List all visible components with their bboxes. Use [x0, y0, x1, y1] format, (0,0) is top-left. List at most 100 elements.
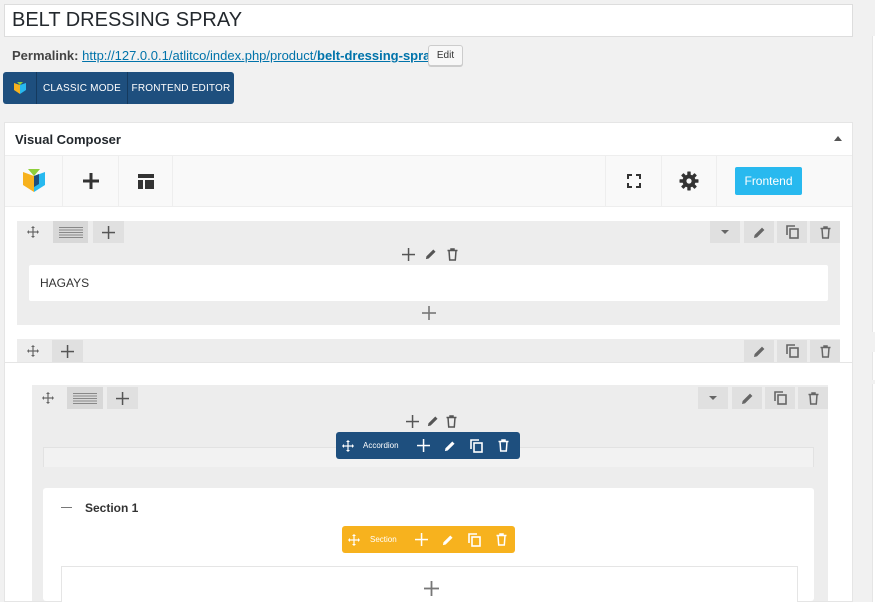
plus-icon [416, 439, 430, 452]
plus-icon[interactable] [406, 414, 419, 428]
row-delete-button[interactable] [810, 221, 840, 243]
trash-icon [820, 344, 830, 358]
permalink-label: Permalink: [12, 48, 79, 63]
visual-composer-header[interactable]: Visual Composer [5, 123, 852, 156]
row-edit-button[interactable] [732, 387, 762, 409]
gear-icon [679, 171, 699, 191]
row-move-handle[interactable] [32, 387, 64, 409]
copy-icon [470, 438, 483, 453]
composer-mode-bar: CLASSIC MODE FRONTEND EDITOR [3, 72, 234, 104]
frontend-button[interactable]: Frontend [735, 167, 802, 195]
visual-composer-logo-icon[interactable] [3, 72, 36, 104]
move-icon [348, 533, 360, 546]
permalink-line: Permalink: http://127.0.0.1/atlitco/inde… [12, 47, 441, 65]
trash-icon [820, 225, 830, 239]
collapse-section-icon[interactable] [61, 507, 72, 508]
move-icon [27, 345, 39, 357]
row-edit-button[interactable] [744, 221, 774, 243]
visual-composer-title: Visual Composer [15, 132, 121, 147]
layout-template-icon [137, 173, 154, 189]
visual-composer-logo-icon[interactable] [5, 156, 63, 206]
row-divider [5, 362, 852, 363]
copy-icon [468, 532, 481, 547]
fullscreen-icon [626, 174, 641, 188]
add-element-button[interactable] [63, 156, 119, 206]
row-toggle-button[interactable] [710, 221, 740, 243]
copy-icon [785, 344, 799, 358]
row-edit-button[interactable] [744, 340, 774, 362]
row-clone-button[interactable] [777, 340, 807, 362]
section-title[interactable]: Section 1 [85, 501, 138, 515]
move-icon [42, 392, 54, 404]
trash-icon[interactable] [447, 247, 458, 261]
plus-icon [414, 533, 428, 546]
post-title-input[interactable]: BELT DRESSING SPRAY [4, 4, 853, 37]
add-column-button[interactable] [107, 387, 138, 409]
frontend-editor-button[interactable]: FRONTEND EDITOR [127, 72, 234, 104]
pencil-icon[interactable] [425, 248, 437, 260]
trash-icon[interactable] [446, 414, 457, 428]
plus-icon [102, 225, 115, 239]
plus-icon[interactable] [402, 247, 415, 261]
row-clone-button[interactable] [777, 221, 807, 243]
pencil-icon[interactable] [427, 415, 439, 427]
add-column-button[interactable] [52, 340, 83, 362]
column-controls [406, 412, 457, 430]
section-delete-button[interactable] [488, 533, 515, 546]
row-delete-button[interactable] [798, 387, 828, 409]
column-layout-icon [58, 226, 83, 238]
row-move-handle[interactable] [17, 340, 49, 362]
section-add-button[interactable] [408, 533, 434, 546]
plus-icon [61, 344, 74, 358]
move-icon [27, 226, 39, 238]
section-controls: Section [342, 526, 515, 553]
fullscreen-button[interactable] [605, 156, 661, 206]
section-clone-button[interactable] [461, 532, 488, 547]
text-block-element[interactable]: HAGAYS [29, 265, 828, 301]
section-move-handle[interactable] [342, 533, 366, 546]
column-layout-icon [73, 392, 97, 404]
accordion-clone-button[interactable] [463, 438, 490, 453]
row-layout-button[interactable] [53, 221, 88, 243]
pencil-icon [442, 534, 453, 545]
post-editor: BELT DRESSING SPRAY Permalink: http://12… [0, 0, 853, 602]
add-column-button[interactable] [93, 221, 124, 243]
accordion-delete-button[interactable] [490, 439, 517, 452]
plus-icon [423, 580, 439, 596]
permalink-slug: belt-dressing-spray [317, 48, 438, 63]
accordion-edit-button[interactable] [436, 440, 463, 452]
plus-icon [422, 306, 436, 320]
row-move-handle[interactable] [17, 221, 49, 243]
inner-row: Accordion Section 1 Section [32, 385, 828, 602]
row-clone-button[interactable] [765, 387, 795, 409]
accordion-section: Section 1 Section [43, 488, 814, 602]
plus-icon [116, 391, 129, 405]
pencil-icon [444, 440, 455, 451]
add-element-to-column-button[interactable] [422, 305, 436, 321]
column-controls [402, 245, 458, 263]
row-toggle-button[interactable] [698, 387, 728, 409]
permalink-url[interactable]: http://127.0.0.1/atlitco/index.php/produ… [82, 48, 441, 63]
trash-icon [808, 391, 818, 405]
section-content-area [61, 566, 798, 602]
settings-button[interactable] [661, 156, 717, 206]
classic-mode-button[interactable]: CLASSIC MODE [36, 72, 127, 104]
row-delete-button[interactable] [810, 340, 840, 362]
permalink-edit-button[interactable]: Edit [428, 45, 463, 66]
pencil-icon [753, 346, 764, 357]
sidebar-edge [858, 0, 875, 602]
move-icon [342, 439, 354, 452]
accordion-move-handle[interactable] [336, 439, 360, 452]
add-element-to-section-button[interactable] [423, 579, 439, 597]
accordion-add-button[interactable] [410, 439, 436, 452]
templates-button[interactable] [119, 156, 173, 206]
row-layout-button[interactable] [67, 387, 103, 409]
trash-icon [496, 533, 507, 546]
accordion-controls: Accordion [336, 432, 520, 459]
copy-icon [773, 391, 787, 405]
copy-icon [785, 225, 799, 239]
permalink-url-base: http://127.0.0.1/atlitco/index.php/produ… [82, 48, 317, 63]
collapse-toggle-icon[interactable] [834, 136, 842, 141]
trash-icon [498, 439, 509, 452]
section-edit-button[interactable] [434, 534, 461, 546]
